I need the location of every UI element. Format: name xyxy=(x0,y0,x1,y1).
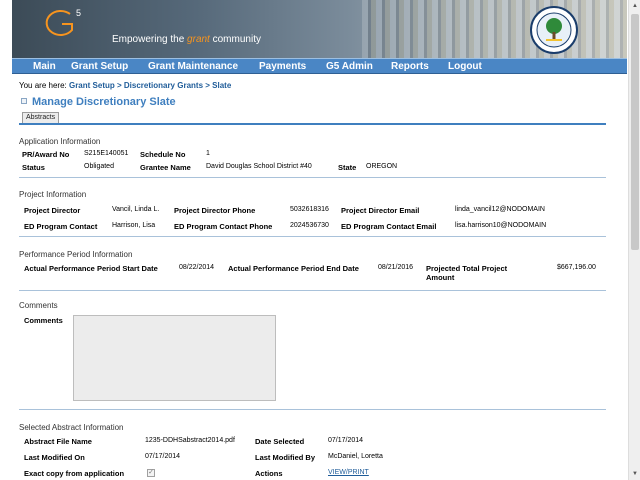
g5-logo: 5 xyxy=(45,8,81,36)
project-director-phone-value: 5032618316 xyxy=(290,206,329,213)
section-divider xyxy=(19,236,606,237)
breadcrumb-slate[interactable]: Slate xyxy=(212,81,231,90)
status-value: Obligated xyxy=(84,163,114,170)
schedule-label: Schedule No xyxy=(140,150,186,159)
ed-contact-phone-label: ED Program Contact Phone xyxy=(174,222,273,231)
title-bullet-icon xyxy=(21,98,27,104)
nav-payments[interactable]: Payments xyxy=(259,61,306,72)
breadcrumb-separator: > xyxy=(203,81,213,90)
last-modified-on-value: 07/17/2014 xyxy=(145,453,181,460)
schedule-value: 1 xyxy=(206,150,210,157)
header-banner: 5 Empowering the grant community xyxy=(12,0,627,58)
ed-contact-label: ED Program Contact xyxy=(24,222,98,231)
pr-award-value: S215E140051 xyxy=(84,150,129,157)
section-divider xyxy=(19,409,606,410)
nav-grant-setup[interactable]: Grant Setup xyxy=(71,61,128,72)
ed-contact-email-value: lisa.harrison10@NODOMAIN xyxy=(455,222,547,229)
ed-contact-phone-value: 2024536730 xyxy=(290,222,329,229)
scroll-up-arrow-icon[interactable]: ▲ xyxy=(629,0,640,12)
performance-end-label: Actual Performance Period End Date xyxy=(228,264,359,273)
state-value: OREGON xyxy=(366,163,398,170)
section-divider xyxy=(19,290,606,291)
section-title-abstract: Selected Abstract Information xyxy=(19,423,124,432)
ed-contact-value: Harrison, Lisa xyxy=(112,222,156,229)
date-selected-label: Date Selected xyxy=(255,437,305,446)
actions-label: Actions xyxy=(255,469,283,478)
tagline-text-end: community xyxy=(209,34,261,45)
breadcrumb-separator: > xyxy=(114,81,124,90)
projected-amount-label: Projected Total Project Amount xyxy=(426,264,508,282)
grantee-label: Grantee Name xyxy=(140,163,191,172)
page-title: Manage Discretionary Slate xyxy=(21,96,176,108)
svg-text:5: 5 xyxy=(76,8,81,18)
project-director-label: Project Director xyxy=(24,206,81,215)
comments-label: Comments xyxy=(24,316,63,325)
breadcrumb-prefix: You are here: xyxy=(19,81,69,90)
comments-textarea[interactable] xyxy=(73,315,276,401)
project-director-phone-label: Project Director Phone xyxy=(174,206,256,215)
header-tagline: Empowering the grant community xyxy=(112,34,261,45)
scrollbar-thumb[interactable] xyxy=(631,14,639,250)
checkmark-icon: ✓ xyxy=(148,469,154,476)
scroll-down-arrow-icon[interactable]: ▼ xyxy=(629,468,640,480)
pr-award-label: PR/Award No xyxy=(22,150,70,159)
date-selected-value: 07/17/2014 xyxy=(328,437,364,444)
last-modified-by-label: Last Modified By xyxy=(255,453,316,462)
abstract-file-label: Abstract File Name xyxy=(24,437,92,446)
section-title-comments: Comments xyxy=(19,301,58,310)
breadcrumb: You are here: Grant Setup > Discretionar… xyxy=(19,81,231,90)
last-modified-by-value: McDaniel, Loretta xyxy=(328,453,383,460)
tagline-highlight: grant xyxy=(187,34,210,45)
tab-abstracts[interactable]: Abstracts xyxy=(22,112,60,123)
performance-start-value: 08/22/2014 xyxy=(179,264,215,271)
exact-copy-checkbox[interactable]: ✓ xyxy=(147,469,155,477)
abstract-file-value: 1235-DDHSabstract2014.pdf xyxy=(145,437,235,444)
project-director-value: Vancil, Linda L. xyxy=(112,206,160,213)
page-title-text: Manage Discretionary Slate xyxy=(32,96,176,108)
breadcrumb-discretionary-grants[interactable]: Discretionary Grants xyxy=(124,81,203,90)
performance-end-value: 08/21/2016 xyxy=(378,264,414,271)
performance-start-label: Actual Performance Period Start Date xyxy=(24,264,158,273)
vertical-scrollbar[interactable]: ▲ ▼ xyxy=(628,0,640,480)
nav-reports[interactable]: Reports xyxy=(391,61,429,72)
library-background-image xyxy=(362,0,627,58)
ed-contact-email-label: ED Program Contact Email xyxy=(341,222,437,231)
section-divider xyxy=(19,177,606,178)
nav-g5-admin[interactable]: G5 Admin xyxy=(326,61,373,72)
section-title-project: Project Information xyxy=(19,190,87,199)
tab-underline xyxy=(19,123,606,125)
department-seal-icon xyxy=(530,6,578,54)
nav-logout[interactable]: Logout xyxy=(448,61,482,72)
section-title-application: Application Information xyxy=(19,137,101,146)
state-label: State xyxy=(338,163,357,172)
projected-amount-value: $667,196.00 xyxy=(557,264,596,271)
last-modified-on-label: Last Modified On xyxy=(24,453,85,462)
grantee-value: David Douglas School District #40 xyxy=(206,163,312,170)
tagline-text: Empowering the xyxy=(112,34,188,45)
status-label: Status xyxy=(22,163,45,172)
breadcrumb-grant-setup[interactable]: Grant Setup xyxy=(69,81,115,90)
section-title-performance: Performance Period Information xyxy=(19,250,133,259)
project-director-email-value: linda_vancil12@NODOMAIN xyxy=(455,206,545,213)
nav-grant-maintenance[interactable]: Grant Maintenance xyxy=(148,61,238,72)
exact-copy-label: Exact copy from application xyxy=(24,469,125,478)
project-director-email-label: Project Director Email xyxy=(341,206,420,215)
view-print-link[interactable]: VIEW/PRINT xyxy=(328,469,369,476)
main-nav: Main Grant Setup Grant Maintenance Payme… xyxy=(12,58,627,74)
nav-main[interactable]: Main xyxy=(33,61,56,72)
